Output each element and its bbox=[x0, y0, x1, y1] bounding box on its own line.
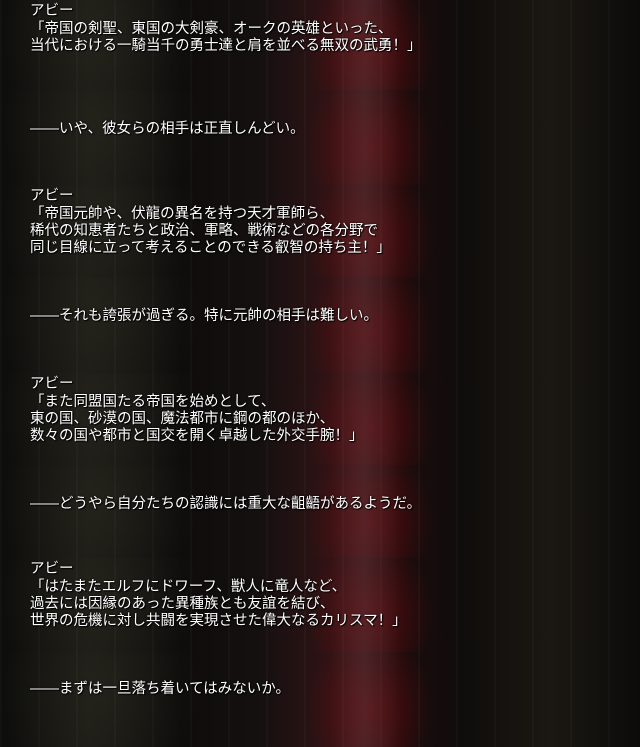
dialogue-line: 数々の国や都市と国交を開く卓越した外交手腕！」 bbox=[30, 428, 364, 444]
narration-panel[interactable]: ――いや、彼女らの相手は正直しんどい。 bbox=[0, 90, 640, 185]
dialogue-panel[interactable]: アビー 「また同盟国たる帝国を始めとして、 東の国、砂漠の国、魔法都市に鋼の都のほ… bbox=[0, 373, 640, 465]
narration-panel[interactable]: ――それも誇張が過ぎる。特に元帥の相手は難しい。 bbox=[0, 277, 640, 373]
narration-panel[interactable]: ――まずは一旦落ち着いてはみないか。 bbox=[0, 652, 640, 747]
narration-text: ――どうやら自分たちの認識には重大な齟齬があるようだ。 bbox=[30, 496, 422, 512]
dialogue-line: 当代における一騎当千の勇士達と肩を並べる無双の武勇！」 bbox=[30, 38, 422, 54]
dialogue-line: 東の国、砂漠の国、魔法都市に鋼の都のほか、 bbox=[30, 411, 335, 427]
dialogue-panel[interactable]: アビー 「はたまたエルフにドワーフ、獣人に竜人など、 過去には因縁のあった異種族と… bbox=[0, 558, 640, 652]
speaker-name: アビー bbox=[30, 376, 74, 392]
narration-text: ――それも誇張が過ぎる。特に元帥の相手は難しい。 bbox=[30, 308, 378, 324]
dialogue-line: 過去には因縁のあった異種族とも友誼を結び、 bbox=[30, 596, 335, 612]
dialogue-panel[interactable]: アビー 「帝国の剣聖、東国の大剣豪、オークの英雄といった、 当代における一騎当千の… bbox=[0, 0, 640, 90]
dialogue-line: 世界の危機に対し共闘を実現させた偉大なるカリスマ！」 bbox=[30, 613, 407, 629]
speaker-name: アビー bbox=[30, 561, 74, 577]
narration-panel[interactable]: ――どうやら自分たちの認識には重大な齟齬があるようだ。 bbox=[0, 465, 640, 558]
dialogue-text: 「帝国の剣聖、東国の大剣豪、オークの英雄といった、 当代における一騎当千の勇士達と… bbox=[30, 21, 422, 55]
dialogue-line: 「帝国の剣聖、東国の大剣豪、オークの英雄といった、 bbox=[30, 21, 393, 37]
dialogue-line: 「はたまたエルフにドワーフ、獣人に竜人など、 bbox=[30, 579, 347, 595]
dialogue-text: 「はたまたエルフにドワーフ、獣人に竜人など、 過去には因縁のあった異種族とも友誼を… bbox=[30, 579, 407, 630]
dialogue-line: 稀代の知恵者たちと政治、軍略、戦術などの各分野で bbox=[30, 223, 378, 239]
narration-text: ――いや、彼女らの相手は正直しんどい。 bbox=[30, 121, 305, 137]
dialogue-text: 「帝国元帥や、伏龍の異名を持つ天才軍師ら、 稀代の知恵者たちと政治、軍略、戦術など… bbox=[30, 206, 391, 257]
speaker-name: アビー bbox=[30, 3, 74, 19]
dialogue-text: 「また同盟国たる帝国を始めとして、 東の国、砂漠の国、魔法都市に鋼の都のほか、 数々… bbox=[30, 394, 364, 445]
speaker-name: アビー bbox=[30, 188, 74, 204]
dialogue-line: 同じ目線に立って考えることのできる叡智の持ち主！」 bbox=[30, 240, 391, 256]
dialogue-line: 「帝国元帥や、伏龍の異名を持つ天才軍師ら、 bbox=[30, 206, 335, 222]
dialogue-line: 「また同盟国たる帝国を始めとして、 bbox=[30, 394, 276, 410]
dialogue-panel[interactable]: アビー 「帝国元帥や、伏龍の異名を持つ天才軍師ら、 稀代の知恵者たちと政治、軍略、… bbox=[0, 185, 640, 277]
narration-text: ――まずは一旦落ち着いてはみないか。 bbox=[30, 681, 290, 697]
